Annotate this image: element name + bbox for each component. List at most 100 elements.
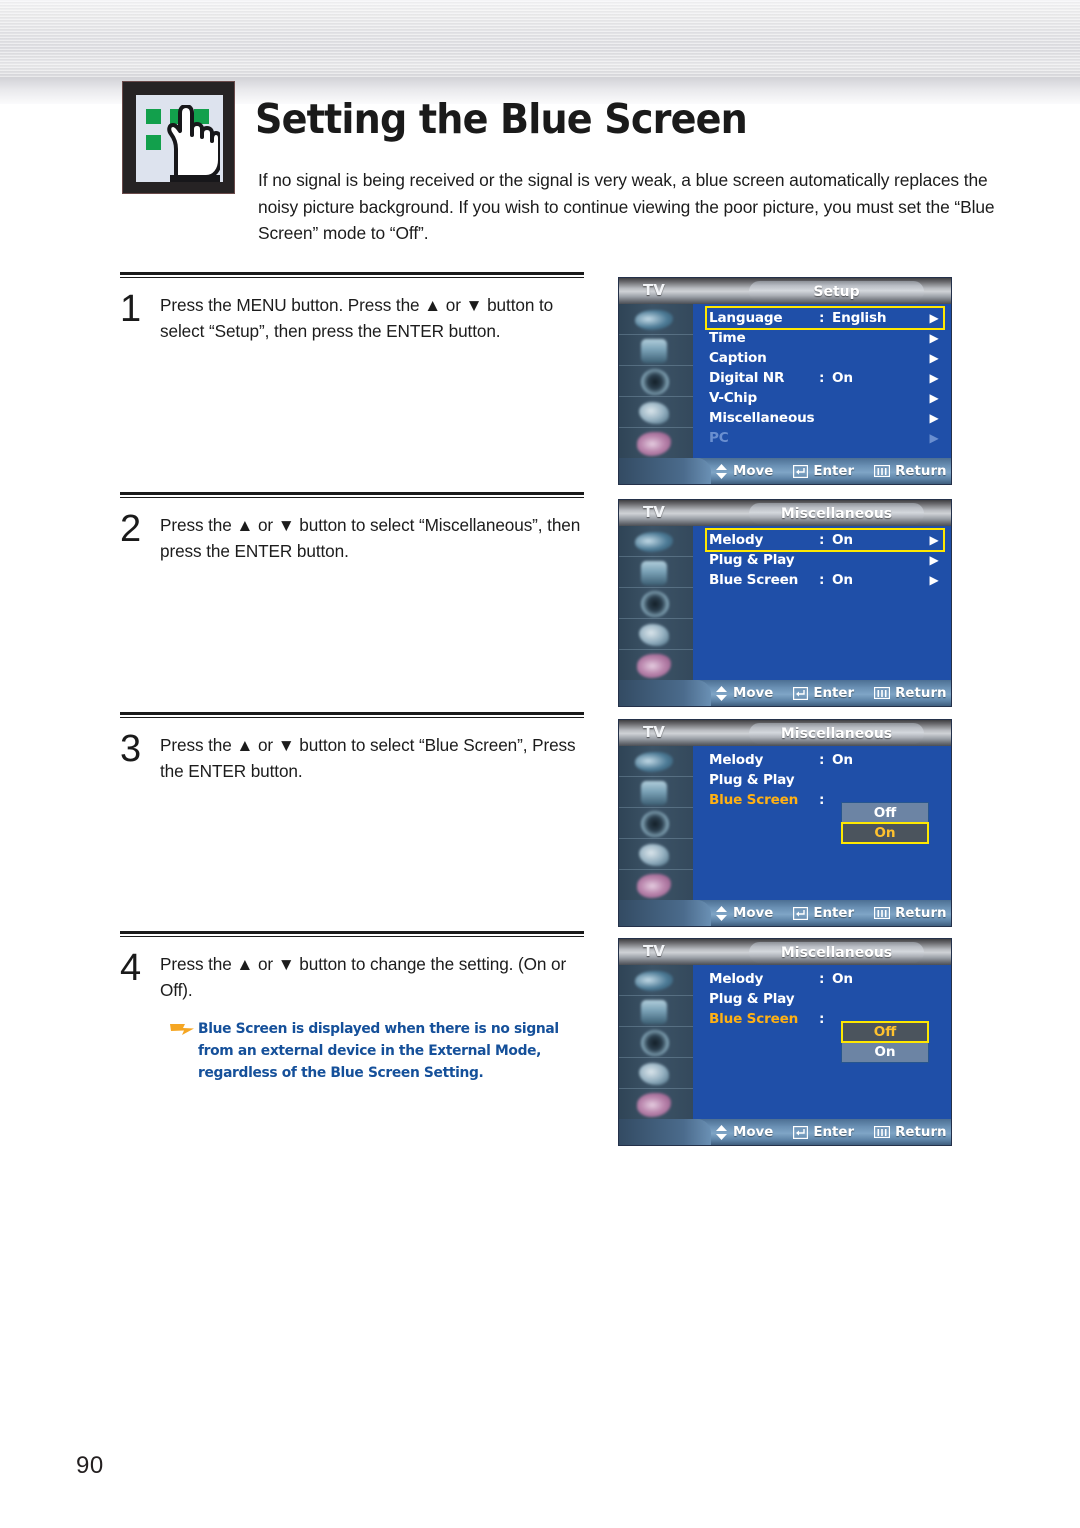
osd-hint-return[interactable]: Return (873, 905, 947, 921)
osd-item-label: Plug & Play (709, 772, 795, 788)
osd-item-label: Miscellaneous (709, 410, 815, 426)
osd-item-label: Plug & Play (709, 991, 795, 1007)
osd-strip-thumb[interactable] (619, 1089, 693, 1120)
osd-dropdown-option[interactable]: On (841, 822, 929, 844)
osd-menu-item[interactable]: Digital NR: On ▶ (709, 368, 943, 388)
osd-title-pill: Setup (749, 281, 924, 302)
step-4: 4 Press the ▲ or ▼ button to change the … (120, 931, 584, 1003)
osd-menu-item[interactable]: Plug & Play ▶ (709, 550, 943, 570)
osd-hint-move[interactable]: Move (715, 1124, 773, 1140)
osd-dropdown-option[interactable]: On (842, 1042, 928, 1062)
osd-title-pill: Miscellaneous (749, 503, 924, 524)
osd-strip-thumb[interactable] (619, 808, 693, 839)
osd-title-pill: Miscellaneous (749, 942, 924, 963)
osd-menu-item[interactable]: Melody: On (709, 969, 943, 989)
osd-strip-thumb[interactable] (619, 557, 693, 588)
menu-bars-icon (873, 464, 891, 478)
osd-hint-enter[interactable]: Enter (793, 464, 854, 479)
osd-hint-enter[interactable]: Enter (793, 906, 854, 921)
osd-hint-label: Move (733, 463, 774, 479)
step-rule-thin (120, 497, 584, 498)
osd-item-label: Digital NR (709, 370, 785, 386)
osd-title-pill: Miscellaneous (749, 723, 924, 744)
page-title: Setting the Blue Screen (255, 95, 748, 143)
page-number: 90 (76, 1452, 104, 1479)
step-number: 1 (120, 288, 142, 330)
osd-strip-thumb[interactable] (619, 397, 693, 428)
osd-item-value: On (832, 971, 853, 987)
osd-item-label: Plug & Play (709, 552, 795, 568)
osd-menu-item[interactable]: Melody: On (709, 750, 943, 770)
step-number: 4 (120, 947, 142, 989)
osd-hint-return[interactable]: Return (873, 686, 947, 701)
chevron-right-icon: ▶ (929, 411, 939, 425)
osd-bottom-bar: Move Enter Return (619, 458, 951, 484)
osd-hint-label: Return (895, 905, 947, 921)
osd-menu-title: Miscellaneous (780, 944, 893, 961)
osd-hint-enter[interactable]: Enter (793, 1125, 854, 1140)
osd-strip-thumb[interactable] (619, 588, 693, 619)
osd-strip-thumb[interactable] (619, 1027, 693, 1058)
osd-strip-thumb[interactable] (619, 870, 693, 901)
osd-item-label: Melody (709, 971, 764, 987)
osd-title-bar: TV Miscellaneous (619, 939, 951, 965)
osd-item-label: Melody (709, 752, 764, 768)
osd-menu-item[interactable]: Language: English ▶ (705, 306, 945, 330)
osd-hint-move[interactable]: Move (715, 685, 773, 701)
osd-value-dropdown[interactable]: Off On (841, 802, 929, 844)
osd-hint-move[interactable]: Move (715, 905, 773, 921)
osd-item-colon: : (819, 792, 825, 808)
osd-hint-return[interactable]: Return (873, 464, 947, 479)
chevron-right-icon: ▶ (929, 331, 939, 345)
osd-menu-item[interactable]: Plug & Play (709, 989, 943, 1009)
osd-screenshot-setup-menu: TV Setup Language: English ▶ Time ▶ Caption ▶ Dig… (618, 277, 952, 485)
osd-strip-thumb[interactable] (619, 526, 693, 557)
osd-strip-thumb[interactable] (619, 1058, 693, 1089)
osd-hint-label: Enter (813, 905, 855, 921)
step-3: 3 Press the ▲ or ▼ button to select “Blu… (120, 712, 584, 784)
osd-menu-title: Miscellaneous (780, 505, 893, 522)
osd-strip-thumb[interactable] (619, 965, 693, 996)
osd-strip-thumb[interactable] (619, 746, 693, 777)
step-rule-thick (120, 712, 584, 715)
osd-strip-thumb[interactable] (619, 619, 693, 650)
osd-strip-thumb[interactable] (619, 839, 693, 870)
chevron-right-icon: ▶ (929, 553, 939, 567)
osd-strip-thumb[interactable] (619, 650, 693, 681)
osd-value-dropdown[interactable]: Off On (841, 1021, 929, 1063)
osd-menu-item[interactable]: Blue Screen: On ▶ (709, 570, 943, 590)
osd-menu-item[interactable]: Melody: On ▶ (705, 528, 945, 552)
osd-strip-thumb[interactable] (619, 428, 693, 459)
osd-strip-thumb[interactable] (619, 335, 693, 366)
osd-menu-item[interactable]: Caption ▶ (709, 348, 943, 368)
osd-hint-enter[interactable]: Enter (793, 686, 854, 701)
menu-bars-icon (873, 1125, 891, 1139)
osd-item-colon: : (819, 971, 825, 987)
osd-menu-item[interactable]: Plug & Play (709, 770, 943, 790)
osd-menu-item[interactable]: V-Chip ▶ (709, 388, 943, 408)
osd-menu-item[interactable]: Miscellaneous ▶ (709, 408, 943, 428)
osd-bottom-bar: Move Enter Return (619, 1119, 951, 1145)
osd-menu-item[interactable]: Time ▶ (709, 328, 943, 348)
osd-dropdown-option[interactable]: Off (841, 1021, 929, 1043)
step-instruction: Press the ▲ or ▼ button to change the se… (160, 954, 567, 1000)
step-rule-thick (120, 931, 584, 934)
osd-item-label: Blue Screen (709, 572, 799, 588)
osd-strip-thumb[interactable] (619, 996, 693, 1027)
step-rule-thick (120, 272, 584, 275)
osd-hint-move[interactable]: Move (715, 463, 774, 479)
osd-item-colon: : (819, 752, 825, 768)
chevron-right-icon: ▶ (929, 533, 939, 547)
osd-screenshot-miscellaneous-menu: TV Miscellaneous Melody: On ▶ Plug & Play ▶ Blu… (618, 499, 952, 707)
osd-icon-strip (619, 304, 693, 460)
osd-strip-thumb[interactable] (619, 777, 693, 808)
osd-dropdown-option[interactable]: Off (842, 803, 928, 823)
osd-hint-return[interactable]: Return (873, 1125, 947, 1140)
menu-bars-icon (873, 686, 891, 700)
osd-screenshot-bluescreen-dropdown-off: TV Miscellaneous Melody: On Plug & Play Blue … (618, 938, 952, 1146)
note-text: Blue Screen is displayed when there is n… (198, 1021, 559, 1081)
osd-bottom-bar: Move Enter Return (619, 680, 951, 706)
enter-key-icon (793, 686, 809, 700)
osd-strip-thumb[interactable] (619, 304, 693, 335)
osd-strip-thumb[interactable] (619, 366, 693, 397)
